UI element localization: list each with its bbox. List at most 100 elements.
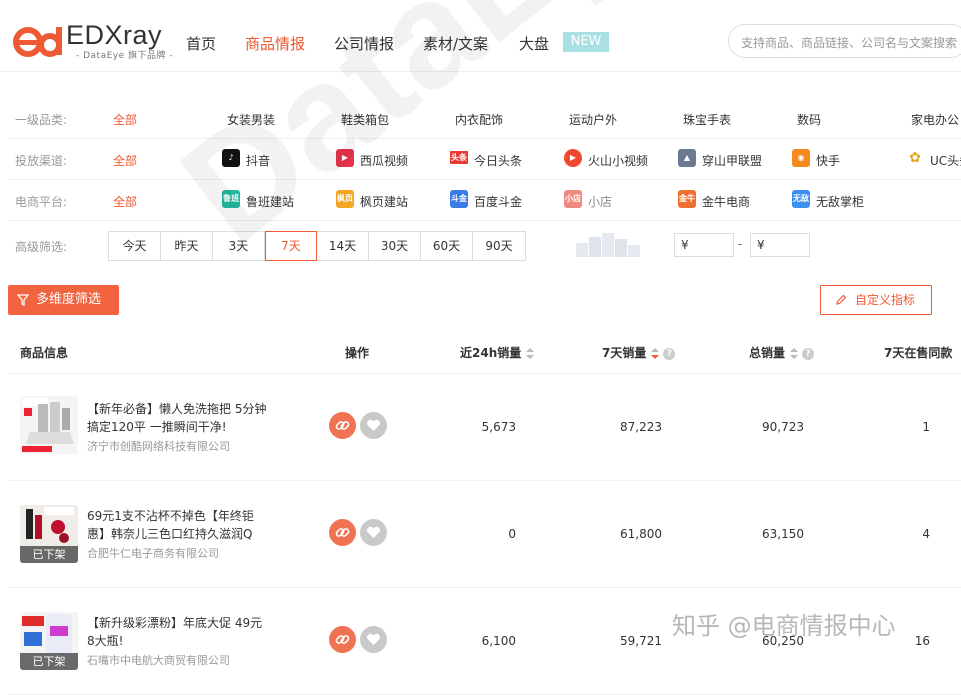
day-option[interactable]: 14天 <box>317 232 369 260</box>
nav-product-intel[interactable]: 商品情报 <box>245 33 305 54</box>
custom-metrics-button[interactable]: 自定义指标 <box>820 285 932 315</box>
multi-filter-label: 多维度筛选 <box>36 292 102 307</box>
channel-option[interactable]: UC头条 <box>930 152 961 169</box>
link-button[interactable] <box>329 519 356 546</box>
product-thumbnail[interactable] <box>20 396 78 454</box>
product-thumbnail[interactable]: 已下架 <box>20 505 78 563</box>
favorite-button[interactable] <box>360 626 387 653</box>
filter-row-category: 一级品类: 全部 女装男装 鞋类箱包 内衣配饰 运动户外 珠宝手表 数码 家电办… <box>8 98 961 139</box>
channel-option[interactable]: 今日头条 <box>474 152 522 169</box>
sort-icon[interactable] <box>526 347 535 360</box>
nav-company-intel[interactable]: 公司情报 <box>334 33 394 54</box>
xigua-icon: ▶ <box>336 149 354 167</box>
favorite-button[interactable] <box>360 412 387 439</box>
category-option[interactable]: 内衣配饰 <box>455 111 503 128</box>
nav-materials[interactable]: 素材/文案 <box>423 33 488 54</box>
col-total-sales[interactable]: 总销量? <box>749 344 815 361</box>
table-row[interactable]: 已下架 69元1支不沾杯不掉色【年终钜惠】韩奈儿三色口红持久滋润Q 合肥牛仁电子… <box>8 481 961 588</box>
product-title[interactable]: 69元1支不沾杯不掉色【年终钜惠】韩奈儿三色口红持久滋润Q <box>87 507 267 543</box>
day-option[interactable]: 60天 <box>421 232 473 260</box>
product-title[interactable]: 【新年必备】懒人免洗拖把 5分钟搞定120平 一推瞬间干净! <box>87 400 267 436</box>
advanced-label: 高级筛选: <box>15 240 68 254</box>
day-option[interactable]: 90天 <box>473 232 525 260</box>
channel-all[interactable]: 全部 <box>113 152 137 169</box>
category-option[interactable]: 运动户外 <box>569 111 617 128</box>
day-range-selector: 今天 昨天 3天 7天 14天 30天 60天 90天 <box>108 231 526 261</box>
jinniu-icon: 金牛 <box>678 190 696 208</box>
status-badge: 已下架 <box>20 546 78 563</box>
edxray-logo-icon[interactable] <box>12 25 64 59</box>
platform-option[interactable]: 小店 <box>588 193 612 210</box>
search-input[interactable]: 支持商品、商品链接、公司名与文案搜索 <box>728 24 961 58</box>
platform-option[interactable]: 金牛电商 <box>702 193 750 210</box>
sales-24h: 6,100 <box>481 634 516 648</box>
sales-7d: 61,800 <box>620 527 662 541</box>
help-icon[interactable]: ? <box>802 347 815 360</box>
heart-icon <box>367 633 380 645</box>
platform-label: 电商平台: <box>15 195 68 209</box>
company-name[interactable]: 合肥牛仁电子商务有限公司 <box>87 545 219 561</box>
date-picker-thumbnail[interactable] <box>576 233 648 257</box>
multi-filter-button[interactable]: 多维度筛选 <box>8 285 119 315</box>
total-sales: 90,723 <box>762 420 804 434</box>
channel-label: 投放渠道: <box>15 154 68 168</box>
col-actions: 操作 <box>345 346 370 360</box>
channel-option[interactable]: 西瓜视频 <box>360 152 408 169</box>
total-sales: 63,150 <box>762 527 804 541</box>
category-option[interactable]: 数码 <box>797 111 821 128</box>
channel-option[interactable]: 快手 <box>816 152 840 169</box>
category-option[interactable]: 鞋类箱包 <box>341 111 389 128</box>
link-icon <box>335 528 350 537</box>
zhihu-credit-watermark: 知乎 @电商情报中心 <box>672 612 896 640</box>
nav-market[interactable]: 大盘 <box>519 33 549 54</box>
custom-metrics-label: 自定义指标 <box>855 293 916 307</box>
product-title[interactable]: 【新升级彩漂粉】年底大促 49元8大瓶! <box>87 614 267 650</box>
col-same-products: 7天在售同款 <box>884 346 953 360</box>
wudi-icon: 无敌 <box>792 190 810 208</box>
sales-24h: 0 <box>508 527 516 541</box>
category-option[interactable]: 珠宝手表 <box>683 111 731 128</box>
help-icon[interactable]: ? <box>663 347 676 360</box>
platform-option[interactable]: 枫页建站 <box>360 193 408 210</box>
xiaodian-icon: 小店 <box>564 190 582 208</box>
huoshan-icon: ▶ <box>564 149 582 167</box>
nav-home[interactable]: 首页 <box>186 33 216 54</box>
sort-desc-icon[interactable] <box>651 347 660 360</box>
category-option[interactable]: 家电办公 <box>911 111 959 128</box>
price-max-input[interactable]: ¥ <box>750 233 810 257</box>
uc-icon: ✿ <box>909 150 921 166</box>
platform-option[interactable]: 鲁班建站 <box>246 193 294 210</box>
platform-option[interactable]: 无敌掌柜 <box>816 193 864 210</box>
table-row[interactable]: 已下架 【新升级彩漂粉】年底大促 49元8大瓶! 石嘴市中电航大商贸有限公司 6… <box>8 588 961 695</box>
sort-icon[interactable] <box>790 347 799 360</box>
link-button[interactable] <box>329 412 356 439</box>
col-sales-24h[interactable]: 近24h销量 <box>460 344 535 361</box>
same-products-count[interactable]: 4 <box>888 527 930 541</box>
company-name[interactable]: 石嘴市中电航大商贸有限公司 <box>87 652 230 668</box>
day-option[interactable]: 3天 <box>213 232 265 260</box>
favorite-button[interactable] <box>360 519 387 546</box>
day-option[interactable]: 30天 <box>369 232 421 260</box>
table-row[interactable]: 【新年必备】懒人免洗拖把 5分钟搞定120平 一推瞬间干净! 济宁市创酷网络科技… <box>8 374 961 481</box>
same-products-count[interactable]: 1 <box>888 420 930 434</box>
platform-option[interactable]: 百度斗金 <box>474 193 522 210</box>
col-sales-7d[interactable]: 7天销量? <box>602 344 676 361</box>
price-min-input[interactable]: ¥ <box>674 233 734 257</box>
product-thumbnail[interactable]: 已下架 <box>20 612 78 670</box>
channel-option[interactable]: 火山小视频 <box>588 152 648 169</box>
company-name[interactable]: 济宁市创酷网络科技有限公司 <box>87 438 230 454</box>
filter-icon <box>17 294 29 306</box>
search-placeholder: 支持商品、商品链接、公司名与文案搜索 <box>741 36 958 50</box>
link-button[interactable] <box>329 626 356 653</box>
brand-name[interactable]: EDXray <box>66 20 162 51</box>
link-icon <box>335 635 350 644</box>
day-option[interactable]: 昨天 <box>161 232 213 260</box>
sales-24h: 5,673 <box>481 420 516 434</box>
platform-all[interactable]: 全部 <box>113 193 137 210</box>
day-option-selected[interactable]: 7天 <box>265 231 317 261</box>
category-all[interactable]: 全部 <box>113 111 137 128</box>
day-option[interactable]: 今天 <box>109 232 161 260</box>
category-option[interactable]: 女装男装 <box>227 111 275 128</box>
channel-option[interactable]: 抖音 <box>246 152 270 169</box>
channel-option[interactable]: 穿山甲联盟 <box>702 152 762 169</box>
